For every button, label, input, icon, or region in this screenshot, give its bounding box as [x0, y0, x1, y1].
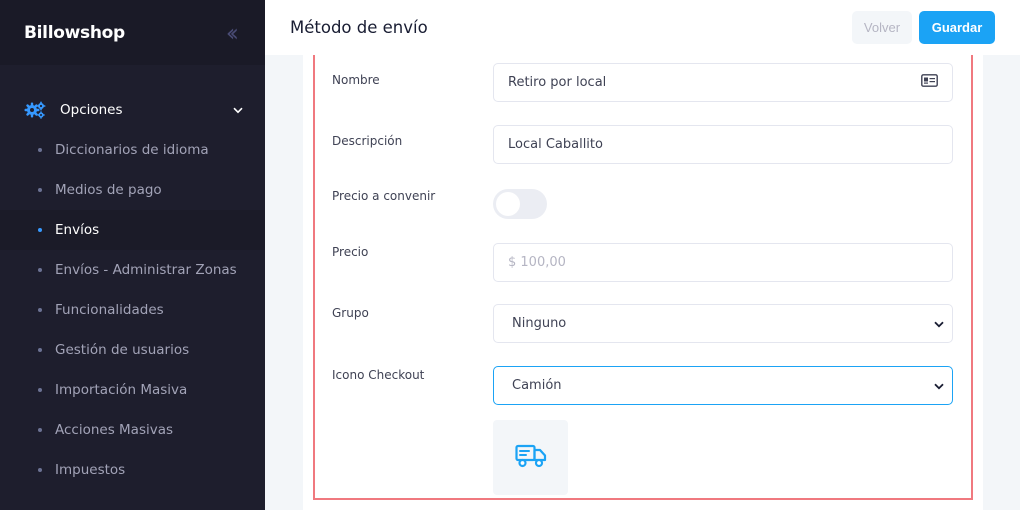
brand-bar: Billowshop ‹‹	[0, 0, 265, 65]
icon-preview	[493, 420, 568, 495]
sidebar-item-funcionalidades[interactable]: Funcionalidades	[0, 290, 265, 330]
precio-placeholder: $ 100,00	[508, 255, 566, 270]
icono-checkout-label: Icono Checkout	[332, 368, 425, 382]
sidebar-item-acciones[interactable]: Acciones Masivas	[0, 410, 265, 450]
chevron-down-icon	[934, 317, 944, 331]
sidebar-item-label: Funcionalidades	[55, 302, 164, 318]
double-chevron-left-icon[interactable]: ‹‹	[226, 21, 241, 45]
chevron-down-icon	[233, 104, 243, 117]
descripcion-field[interactable]: Local Caballito	[493, 125, 953, 164]
nombre-field[interactable]: Retiro por local	[493, 63, 953, 102]
bullet-icon	[38, 148, 42, 152]
sidebar-item-medios-pago[interactable]: Medios de pago	[0, 170, 265, 210]
bullet-icon	[38, 468, 42, 472]
toggle-knob	[496, 192, 520, 216]
sidebar-item-importacion[interactable]: Importación Masiva	[0, 370, 265, 410]
sidebar: Billowshop ‹‹ Opciones Diccionarios de i…	[0, 0, 265, 510]
sidebar-item-label: Impuestos	[55, 462, 126, 478]
page-header: Método de envío Volver Guardar	[265, 0, 1020, 55]
sidebar-item-label: Importación Masiva	[55, 382, 188, 398]
bullet-icon	[38, 428, 42, 432]
icono-checkout-select[interactable]: Camión	[493, 366, 953, 405]
id-card-icon	[921, 74, 938, 91]
precio-convenir-toggle[interactable]	[493, 189, 547, 219]
sidebar-item-label: Gestión de usuarios	[55, 342, 190, 358]
sidebar-item-usuarios[interactable]: Gestión de usuarios	[0, 330, 265, 370]
sidebar-item-label: Envíos	[55, 222, 100, 238]
icono-selected: Camión	[512, 378, 562, 393]
back-button[interactable]: Volver	[852, 11, 912, 44]
sidebar-item-envios[interactable]: Envíos	[0, 210, 265, 250]
grupo-selected: Ninguno	[512, 316, 567, 331]
precio-label: Precio	[332, 245, 369, 259]
bullet-icon	[38, 228, 42, 232]
grupo-label: Grupo	[332, 306, 369, 320]
sidebar-item-label: Diccionarios de idioma	[55, 142, 209, 158]
nombre-value: Retiro por local	[508, 75, 607, 90]
bullet-icon	[38, 268, 42, 272]
sidebar-item-envios-zonas[interactable]: Envíos - Administrar Zonas	[0, 250, 265, 290]
brand-logo: Billowshop	[24, 22, 125, 43]
gears-icon	[24, 101, 46, 119]
sidebar-section-opciones[interactable]: Opciones	[0, 90, 265, 130]
descripcion-value: Local Caballito	[508, 137, 603, 152]
chevron-down-icon	[934, 379, 944, 393]
nombre-label: Nombre	[332, 73, 380, 87]
bullet-icon	[38, 348, 42, 352]
sidebar-item-label: Acciones Masivas	[55, 422, 174, 438]
bullet-icon	[38, 388, 42, 392]
page-title: Método de envío	[290, 18, 428, 37]
truck-icon	[514, 444, 547, 472]
precio-convenir-label: Precio a convenir	[332, 189, 436, 203]
precio-field[interactable]: $ 100,00	[493, 243, 953, 282]
sidebar-item-diccionarios[interactable]: Diccionarios de idioma	[0, 130, 265, 170]
sidebar-section-label: Opciones	[60, 102, 123, 118]
sidebar-item-impuestos[interactable]: Impuestos	[0, 450, 265, 490]
grupo-select[interactable]: Ninguno	[493, 304, 953, 343]
bullet-icon	[38, 188, 42, 192]
sidebar-item-label: Medios de pago	[55, 182, 162, 198]
descripcion-label: Descripción	[332, 134, 403, 148]
sidebar-menu: Opciones Diccionarios de idioma Medios d…	[0, 65, 265, 490]
save-button[interactable]: Guardar	[919, 11, 995, 44]
sidebar-item-label: Envíos - Administrar Zonas	[55, 262, 237, 278]
bullet-icon	[38, 308, 42, 312]
